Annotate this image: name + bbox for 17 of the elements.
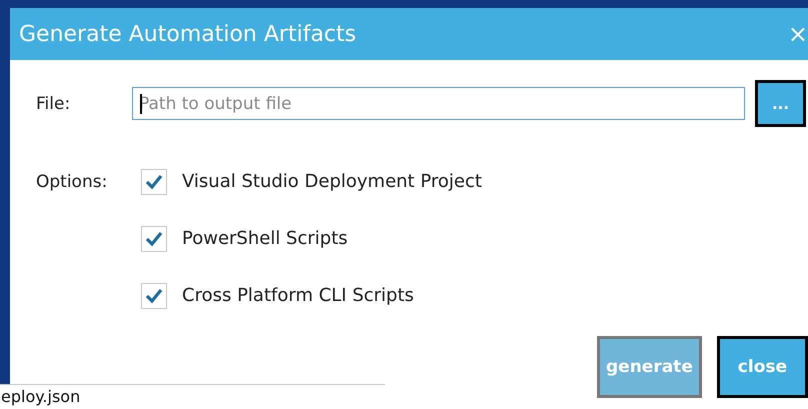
browse-button[interactable]: ... (755, 80, 806, 127)
option-label: PowerShell Scripts (182, 228, 348, 249)
text-cursor (140, 94, 142, 114)
checkbox[interactable] (141, 226, 167, 252)
checkmark-icon (145, 174, 163, 190)
window-title: Generate Automation Artifacts (19, 22, 356, 46)
close-button[interactable]: close (716, 336, 808, 398)
file-label: File: (36, 94, 72, 114)
option-label: Visual Studio Deployment Project (182, 171, 482, 192)
close-icon[interactable]: × (788, 22, 808, 46)
checkbox[interactable] (141, 282, 167, 308)
options-label: Options: (36, 170, 108, 194)
checkmark-icon (145, 230, 163, 246)
option-label: Cross Platform CLI Scripts (182, 285, 414, 306)
file-name: eploy.json (1, 387, 80, 406)
checkbox[interactable] (141, 168, 167, 194)
checkmark-icon (145, 288, 163, 304)
